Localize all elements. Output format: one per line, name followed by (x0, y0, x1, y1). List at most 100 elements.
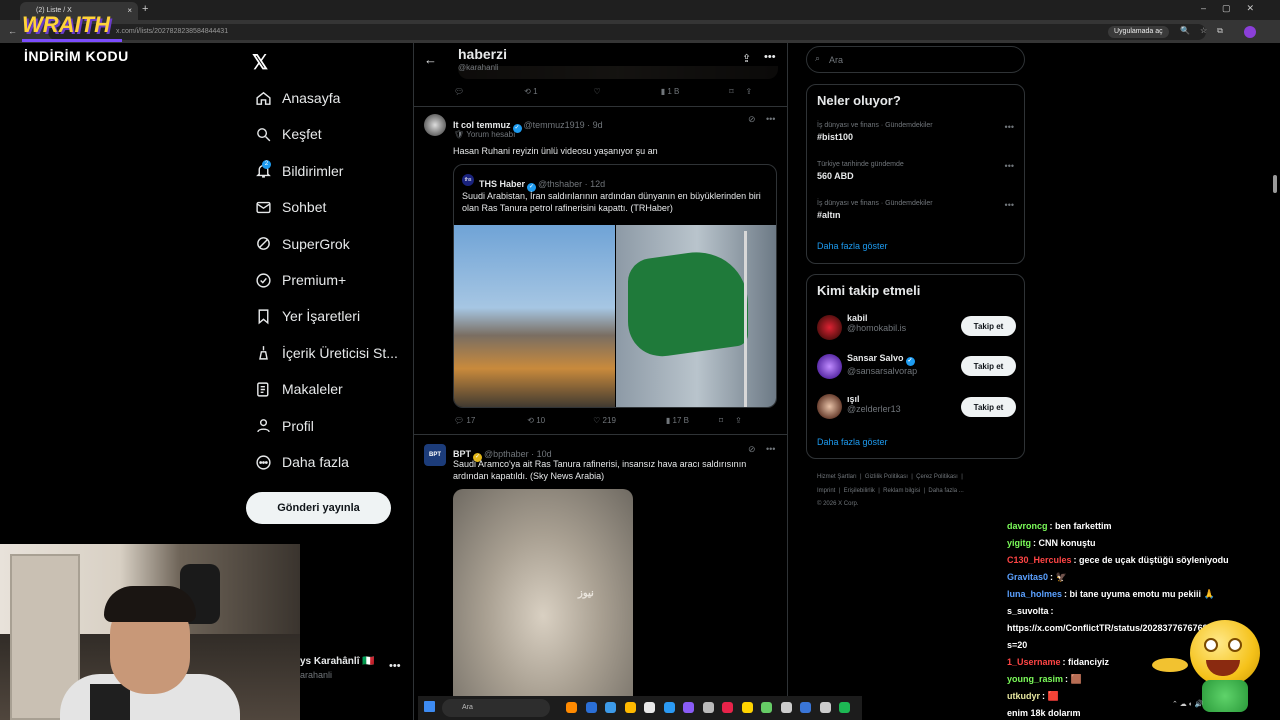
list-subtitle: @karahanli (458, 63, 499, 72)
notification-badge: 2 (262, 160, 271, 169)
more-icon[interactable]: ••• (764, 51, 776, 63)
show-more-link[interactable]: Daha fazla göster (817, 437, 888, 447)
window-controls[interactable]: –▢✕ (1201, 3, 1270, 14)
share-icon[interactable]: ⇪ (742, 52, 751, 65)
follow-avatar[interactable] (817, 354, 842, 379)
taskbar-app-icon[interactable] (605, 702, 616, 713)
post-button[interactable]: Gönderi yayınla (246, 492, 391, 524)
chat-text: enim 18k dolarım (1007, 708, 1081, 718)
taskbar-app-icon[interactable] (702, 702, 714, 713)
follow-button[interactable]: Takip et (961, 356, 1016, 376)
taskbar-app-icon[interactable] (644, 702, 655, 713)
taskbar-app-icon[interactable] (722, 702, 733, 713)
scrollbar-thumb[interactable] (1273, 175, 1277, 193)
sidebar-item-1[interactable]: Anasayfa (254, 86, 340, 110)
new-tab-icon[interactable]: + (142, 3, 148, 15)
footer-link[interactable]: Imprint (817, 488, 835, 494)
taskbar-app-icon[interactable] (585, 702, 597, 713)
browser-toolbar-icons[interactable]: 🔍☆⧉ (1180, 26, 1233, 36)
windows-start-icon[interactable] (424, 701, 435, 712)
author-name[interactable]: It col temmuz (453, 120, 511, 130)
follow-user[interactable]: ışıl @zelderler13 (847, 394, 901, 414)
taskbar-app-icon[interactable] (741, 702, 753, 713)
taskbar-app-icon[interactable] (624, 702, 636, 713)
like-button[interactable]: ♡ 219 (593, 416, 616, 425)
tweet-more-icon[interactable]: ••• (766, 114, 775, 124)
search-input[interactable]: Ara (806, 46, 1025, 73)
taskbar-app-icon[interactable] (761, 702, 772, 713)
footer-link[interactable]: Erişilebilirlik (844, 488, 875, 494)
follow-button[interactable]: Takip et (961, 397, 1016, 417)
quoted-tweet[interactable]: ths THS Haber ✓ @thshaber · 12d Suudi Arab… (453, 164, 777, 408)
follow-button[interactable]: Takip et (961, 316, 1016, 336)
retweet-button[interactable]: ⟲ 10 (527, 416, 545, 425)
follow-user[interactable]: kabil @homokabil.is (847, 313, 906, 333)
follow-user[interactable]: Sansar Salvo ✓ @sansarsalvorap (847, 353, 917, 376)
coins-emote (1152, 658, 1188, 672)
footer-link[interactable]: Reklam bilgisi (883, 488, 920, 494)
chat-username: utkudyr (1007, 691, 1041, 701)
sidebar-item-4[interactable]: Sohbet (254, 195, 326, 219)
tweet-avatar[interactable] (424, 114, 446, 136)
sidebar-item-6[interactable]: Premium+ (254, 268, 346, 292)
sidebar-item-11[interactable]: Daha fazla (254, 450, 349, 474)
follow-avatar[interactable] (817, 394, 842, 419)
share-icon[interactable]: ⇪ (745, 87, 752, 96)
saudi-flag-image[interactable] (616, 225, 776, 407)
taskbar-app-icon[interactable] (780, 702, 792, 713)
open-in-app-button[interactable]: Uygulamada aç (1108, 26, 1169, 38)
taskbar-search[interactable]: Ara (442, 699, 550, 717)
chat-username: C130_Hercules (1007, 555, 1072, 565)
trend-more-icon[interactable]: ••• (1005, 200, 1014, 210)
trend-item[interactable]: Türkiye tarihinde gündemde 560 ABD (817, 161, 904, 181)
show-more-link[interactable]: Daha fazla göster (817, 241, 888, 251)
sidebar-item-7[interactable]: Yer İşaretleri (254, 304, 360, 328)
close-tab-icon[interactable]: × (127, 6, 132, 15)
taskbar-app-icon[interactable] (800, 702, 811, 713)
system-tray[interactable]: ⌃ ☁ ◐ 🔊 (1172, 700, 1204, 708)
bookmark-icon[interactable]: ⌑ (719, 416, 723, 425)
reply-button[interactable]: 💬︎ 17 (454, 416, 475, 425)
footer-link[interactable]: Çerez Politikası (916, 474, 958, 480)
views-button[interactable]: ▮ 1 B (661, 87, 680, 96)
footer-link[interactable]: Gizlilik Politikası (865, 474, 908, 480)
tweet-video[interactable] (453, 489, 633, 720)
follow-avatar[interactable] (817, 315, 842, 340)
account-more-icon[interactable]: ••• (389, 660, 401, 672)
back-arrow-icon[interactable]: ← (424, 52, 437, 67)
trend-more-icon[interactable]: ••• (1005, 161, 1014, 171)
account-name[interactable]: ys Karahânlî 🇮🇹 (300, 656, 375, 667)
profile-avatar-icon[interactable] (1244, 26, 1256, 38)
x-logo-icon[interactable]: 𝕏 (252, 50, 268, 75)
url-input[interactable]: x.com/i/lists/2027828238584844431 (48, 24, 1206, 40)
reply-icon[interactable]: 💬︎ (454, 87, 464, 96)
taskbar-app-icon[interactable] (683, 702, 694, 713)
like-icon[interactable]: ♡ (594, 87, 601, 96)
grok-icon[interactable]: ⊘ (748, 114, 756, 125)
sidebar-item-8[interactable]: İçerik Üreticisi St... (254, 341, 398, 365)
sidebar-item-5[interactable]: SuperGrok (254, 232, 350, 256)
retweet-button[interactable]: ⟲ 1 (524, 87, 537, 96)
taskbar-app-icon[interactable] (663, 702, 675, 713)
tweet-more-icon[interactable]: ••• (766, 444, 775, 454)
home-icon (254, 89, 272, 107)
tweet-avatar[interactable]: BPT (424, 444, 446, 466)
chat-username: s_suvolta (1007, 606, 1049, 616)
taskbar-app-icon[interactable] (819, 702, 831, 713)
footer-link[interactable]: Daha fazla ... (928, 488, 963, 494)
sidebar-item-2[interactable]: Keşfet (254, 122, 322, 146)
taskbar-app-icon[interactable] (839, 702, 850, 713)
views-button[interactable]: ▮ 17 B (666, 416, 689, 425)
sidebar-item-10[interactable]: Profil (254, 414, 314, 438)
trend-item[interactable]: İş dünyası ve finans · Gündemdekiler #bis… (817, 122, 933, 142)
bookmark-icon[interactable]: ⌑ (729, 87, 733, 96)
grok-icon[interactable]: ⊘ (748, 444, 756, 455)
sidebar-item-9[interactable]: Makaleler (254, 377, 343, 401)
trend-more-icon[interactable]: ••• (1005, 122, 1014, 132)
share-icon[interactable]: ⇪ (735, 416, 742, 425)
taskbar-app-icon[interactable] (566, 702, 577, 713)
trend-item[interactable]: İş dünyası ve finans · Gündemdekiler #alt… (817, 200, 933, 220)
refinery-image[interactable] (454, 225, 615, 407)
footer-link[interactable]: Hizmet Şartları (817, 474, 857, 480)
chat-username: davroncg (1007, 521, 1048, 531)
